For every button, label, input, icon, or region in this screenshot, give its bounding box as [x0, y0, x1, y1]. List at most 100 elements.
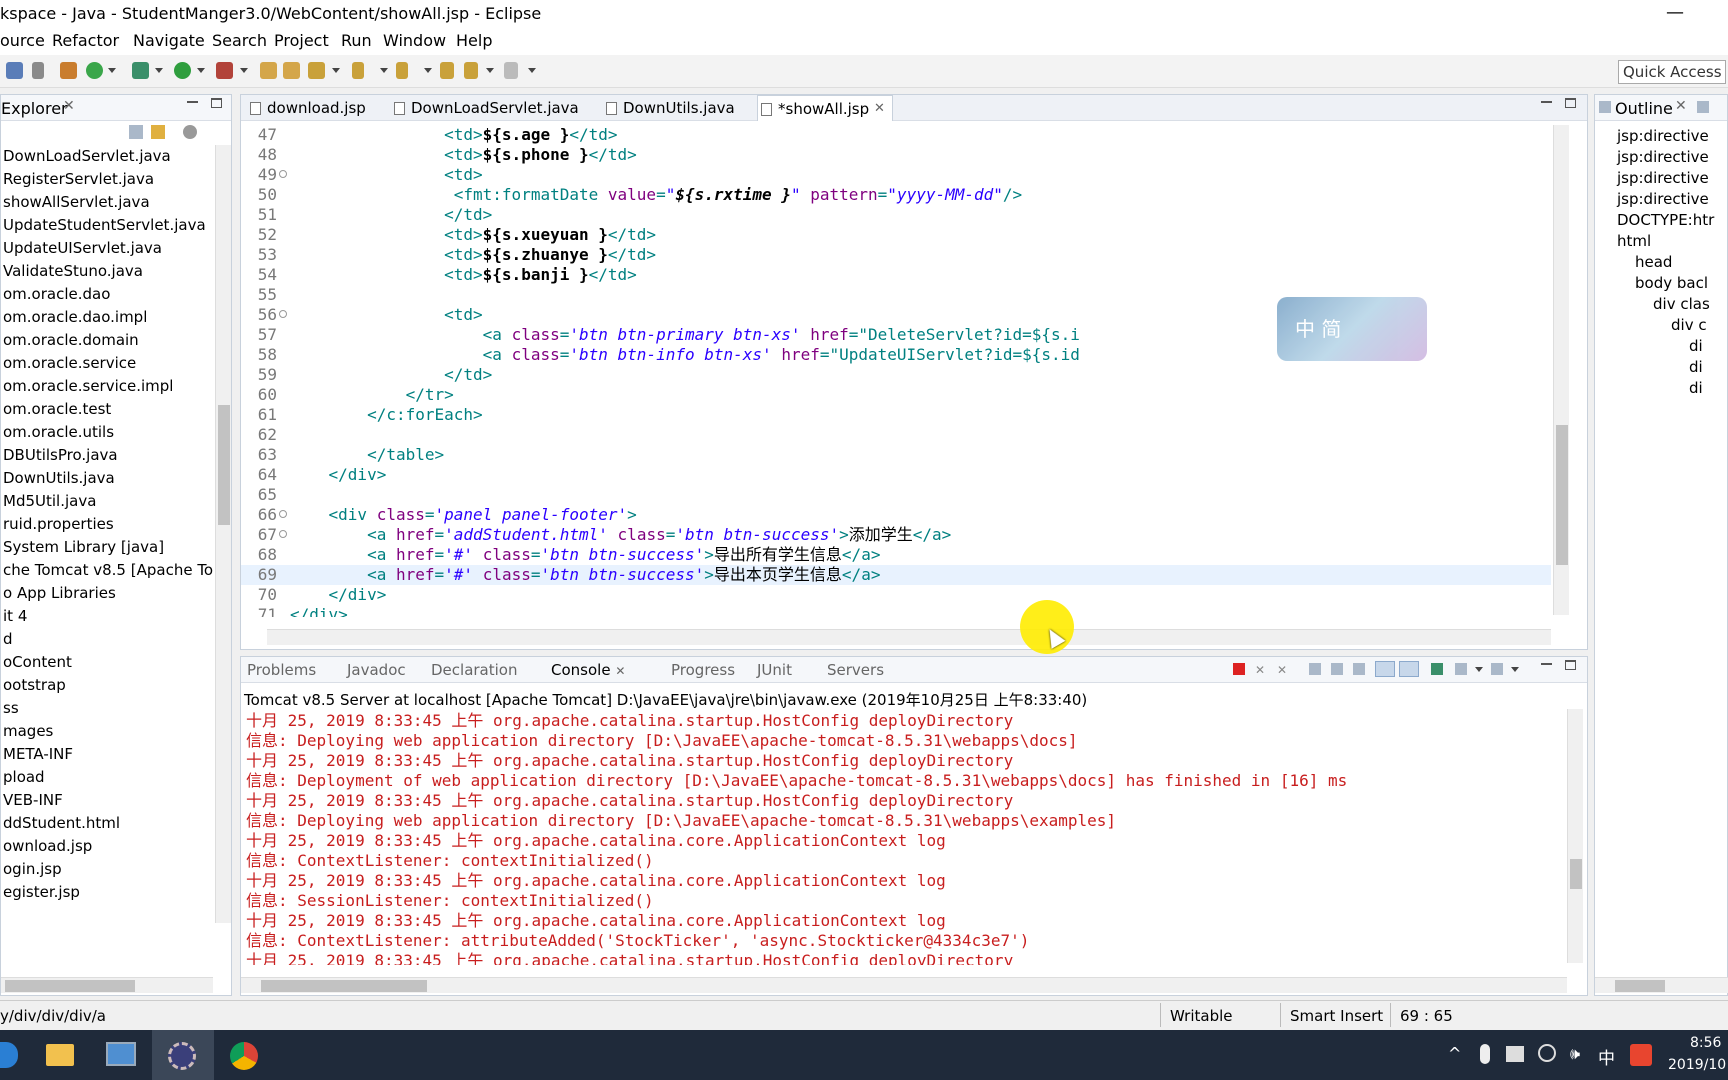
tab-downutils-java[interactable]: DownUtils.java	[603, 95, 735, 121]
tab-declaration[interactable]: Declaration	[431, 661, 517, 679]
code-line[interactable]: 61 </c:forEach>	[241, 405, 1551, 425]
outline-item[interactable]: div clas	[1653, 293, 1710, 316]
code-line[interactable]: 65	[241, 485, 1551, 505]
explorer-tree-item[interactable]: ruid.properties	[1, 513, 114, 536]
console-vscroll[interactable]	[1567, 709, 1583, 963]
explorer-tree-item[interactable]: egister.jsp	[1, 881, 80, 904]
edge-icon[interactable]	[0, 1042, 18, 1068]
refresh-icon[interactable]	[86, 62, 103, 79]
sogou-ime-icon[interactable]	[1630, 1044, 1652, 1066]
prev-annotation-icon[interactable]	[396, 62, 408, 79]
explorer-tree-item[interactable]: ValidateStuno.java	[1, 260, 143, 283]
menu-help[interactable]: Help	[456, 31, 492, 50]
skip-breakpoints-icon[interactable]	[32, 62, 44, 79]
minimize-button[interactable]: —	[1666, 2, 1684, 23]
tab-problems[interactable]: Problems	[247, 661, 316, 679]
pin-console-icon[interactable]	[1431, 663, 1443, 675]
explorer-tree-item[interactable]: ddStudent.html	[1, 812, 120, 835]
chevron-down-icon[interactable]	[528, 68, 536, 73]
explorer-tree-item[interactable]: om.oracle.domain	[1, 329, 139, 352]
outline-title[interactable]: Outline	[1615, 99, 1673, 118]
chevron-down-icon[interactable]	[1475, 667, 1483, 672]
console-hscroll[interactable]	[241, 977, 1567, 993]
clock-time[interactable]: 8:56	[1690, 1035, 1721, 1051]
close-icon[interactable]: ✕	[874, 96, 885, 122]
tab-downloadservlet-java[interactable]: DownLoadServlet.java	[391, 95, 579, 121]
editor-hscroll[interactable]	[267, 629, 1551, 645]
forward-icon[interactable]	[504, 62, 518, 79]
explorer-tree-item[interactable]: o App Libraries	[1, 582, 116, 605]
external-tools-icon[interactable]	[216, 62, 233, 79]
terminal-icon[interactable]	[6, 62, 23, 79]
explorer-tree-item[interactable]: UpdateUIServlet.java	[1, 237, 162, 260]
clock-date[interactable]: 2019/10	[1668, 1057, 1726, 1073]
outline-item[interactable]: jsp:directive	[1617, 167, 1709, 190]
minimize-icon[interactable]	[1541, 101, 1552, 103]
explorer-tree-item[interactable]: ogin.jsp	[1, 858, 62, 881]
outline-item[interactable]: jsp:directive	[1617, 146, 1709, 169]
close-icon[interactable]: ✕	[1675, 98, 1687, 114]
code-line[interactable]: 53 <td>${s.zhuanye }</td>	[241, 245, 1551, 265]
explorer-tree-item[interactable]: ss	[1, 697, 19, 720]
explorer-hscroll[interactable]	[1, 977, 213, 993]
explorer-tree-item[interactable]: Md5Util.java	[1, 490, 96, 513]
menu-source[interactable]: ource	[0, 31, 45, 50]
explorer-tree-item[interactable]: DownLoadServlet.java	[1, 145, 171, 168]
quick-access-input[interactable]: Quick Access	[1618, 60, 1726, 84]
explorer-tree-item[interactable]: ootstrap	[1, 674, 66, 697]
code-line[interactable]: 66 <div class='panel panel-footer'>	[241, 505, 1551, 525]
outline-item[interactable]: body bacl	[1635, 272, 1708, 295]
explorer-tree-item[interactable]: it 4	[1, 605, 27, 628]
ime-floating-toolbar[interactable]: 中 简	[1277, 297, 1427, 361]
code-line[interactable]: 69 <a href='#' class='btn btn-success'>导…	[241, 565, 1551, 585]
code-line[interactable]: 50 <fmt:formatDate value="${s.rxtime }" …	[241, 185, 1551, 205]
open-console-icon[interactable]	[1491, 663, 1503, 675]
code-line[interactable]: 62	[241, 425, 1551, 445]
chevron-down-icon[interactable]	[380, 68, 388, 73]
outline-item[interactable]: jsp:directive	[1617, 188, 1709, 211]
tab-junit[interactable]: JUnit	[757, 661, 792, 679]
explorer-tree-item[interactable]: che Tomcat v8.5 [Apache Tor	[1, 559, 213, 582]
terminate-icon[interactable]	[1233, 663, 1245, 675]
show-stderr-icon[interactable]	[1399, 661, 1419, 677]
menu-search[interactable]: Search	[212, 31, 267, 50]
volume-icon[interactable]: 🕪	[1570, 1044, 1580, 1064]
explorer-tree-item[interactable]: om.oracle.dao	[1, 283, 110, 306]
code-line[interactable]: 64 </div>	[241, 465, 1551, 485]
explorer-tree-item[interactable]: VEB-INF	[1, 789, 63, 812]
explorer-tree-item[interactable]: showAllServlet.java	[1, 191, 150, 214]
code-line[interactable]: 71 </div>	[241, 605, 1551, 617]
tab-showall-jsp[interactable]: *showAll.jsp ✕	[757, 95, 893, 121]
collapse-all-icon[interactable]	[129, 125, 143, 139]
maximize-icon[interactable]	[1565, 660, 1576, 670]
chevron-down-icon[interactable]	[332, 68, 340, 73]
explorer-tree-item[interactable]: om.oracle.service.impl	[1, 375, 173, 398]
outline-item[interactable]: di	[1689, 377, 1703, 400]
chevron-up-icon[interactable]: ^	[1448, 1044, 1461, 1063]
explorer-vscroll[interactable]	[215, 145, 231, 923]
code-line[interactable]: 60 </tr>	[241, 385, 1551, 405]
code-line[interactable]: 67 <a href='addStudent.html' class='btn …	[241, 525, 1551, 545]
back-icon[interactable]	[464, 62, 478, 79]
fold-toggle-icon[interactable]	[279, 170, 287, 178]
run-icon[interactable]	[174, 62, 191, 79]
outline-item[interactable]: html	[1617, 230, 1651, 253]
explorer-tree-item[interactable]: ownload.jsp	[1, 835, 92, 858]
menu-project[interactable]: Project	[274, 31, 329, 50]
view-menu-icon[interactable]	[183, 125, 197, 139]
show-stdout-icon[interactable]	[1375, 661, 1395, 677]
scroll-lock-icon[interactable]	[1331, 663, 1343, 675]
link-editor-icon[interactable]	[151, 125, 165, 139]
outline-item[interactable]: di	[1689, 356, 1703, 379]
maximize-icon[interactable]	[1565, 98, 1576, 108]
eclipse-task-active[interactable]	[152, 1030, 214, 1080]
explorer-tree-item[interactable]: META-INF	[1, 743, 73, 766]
menu-refactor[interactable]: Refactor	[52, 31, 119, 50]
chevron-down-icon[interactable]	[108, 68, 116, 73]
chevron-down-icon[interactable]	[240, 68, 248, 73]
chevron-down-icon[interactable]	[197, 68, 205, 73]
last-edit-icon[interactable]	[440, 62, 454, 79]
chrome-icon[interactable]	[230, 1042, 258, 1070]
chevron-down-icon[interactable]	[424, 68, 432, 73]
explorer-tree-item[interactable]: om.oracle.service	[1, 352, 136, 375]
